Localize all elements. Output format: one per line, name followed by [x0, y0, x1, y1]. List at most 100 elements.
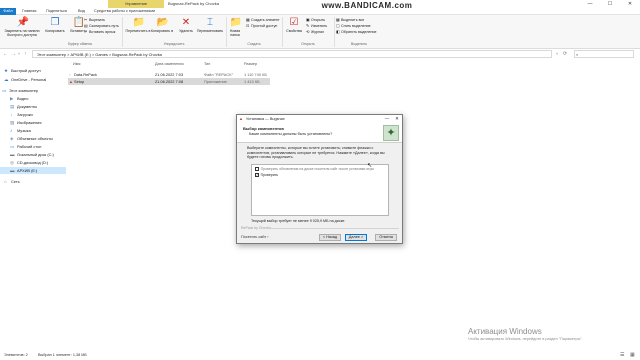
copy-label: Копировать [45, 29, 65, 33]
dialog-description: Выберите компоненты, которые вы хотите у… [247, 146, 385, 160]
component-option[interactable]: Проверить обновления на диске носителя с… [255, 167, 374, 172]
file-type: Приложение [204, 79, 227, 84]
tab-home[interactable]: Главная [22, 8, 36, 15]
paste-shortcut-button[interactable]: ↗ Вставить ярлык [84, 29, 115, 34]
nav-item[interactable]: ◎ CD-дисковод (D:) [0, 159, 66, 166]
dialog-close-button[interactable]: ✕ [393, 115, 401, 123]
desktop-icon: ▭ [10, 143, 15, 149]
address-dropdown-icon[interactable]: ˅ [556, 50, 558, 58]
dialog-minimize-button[interactable]: — [383, 115, 391, 123]
chevron-right-icon: › [267, 235, 269, 239]
easy-access-button[interactable]: ⊡ Простой доступ [246, 23, 277, 28]
nav-item[interactable]: ▶ Видео [0, 95, 66, 102]
visit-site-link[interactable]: Посетить сайт › [241, 235, 269, 239]
recent-chevron-icon[interactable]: ˅ [18, 50, 20, 58]
file-row[interactable]: ▫ Data.RePack 21.06.2022 7:03 Файл "REPACK"… [68, 71, 270, 78]
manage-tab[interactable]: Управление [108, 0, 164, 8]
nav-item[interactable]: ▭ Рабочий стол [0, 143, 66, 150]
refresh-icon[interactable]: ⟳ [563, 50, 567, 58]
3d-objects-icon: ◈ [10, 135, 14, 141]
new-folder-button[interactable]: 📁 Новая папка [226, 17, 244, 41]
back-button[interactable]: < Назад [319, 234, 341, 241]
select-all-button[interactable]: ▦Выделить все [336, 17, 364, 22]
history-button[interactable]: ⟲ Журнал [306, 29, 324, 34]
selection-info: Выбран 1 элемент: 1,38 МБ [38, 353, 87, 357]
file-date: 21.06.2022 7:08 [155, 79, 184, 84]
checkbox-icon[interactable] [255, 167, 259, 171]
properties-button[interactable]: ☑ Свойства [283, 17, 305, 41]
cd-drive-icon: ◎ [10, 159, 14, 165]
nav-item[interactable]: ☁ OneDrive - Personal [0, 76, 66, 83]
file-row[interactable]: ▲ Setup 21.06.2022 7:08 Приложение 1 410 КБ [68, 78, 270, 85]
open-button[interactable]: ▣Открыть [306, 17, 325, 22]
nav-item[interactable]: ▨ Изображения [0, 119, 66, 126]
tab-view[interactable]: Вид [78, 8, 85, 15]
column-type[interactable]: Тип [204, 61, 210, 67]
copy-folder-icon: 📂 [156, 17, 169, 28]
tab-file[interactable]: Файл [0, 8, 16, 15]
column-name[interactable]: Имя [73, 61, 80, 67]
tab-share[interactable]: Поделиться [46, 8, 67, 15]
group-new-label: Создать [247, 42, 261, 46]
downloads-icon: ↓ [10, 111, 13, 117]
column-date[interactable]: Дата изменения [155, 61, 184, 67]
copy-icon: ❐ [50, 17, 60, 28]
pictures-icon: ▨ [10, 119, 15, 125]
setup-app-icon: ▲ [239, 116, 243, 121]
clipboard-icon: 📋 [72, 17, 85, 28]
components-list[interactable]: Проверить обновления на диске носителя с… [251, 164, 389, 216]
address-path[interactable]: Этот компьютер > АРХИВ (E:) > Games > Bu… [32, 50, 552, 58]
nav-item[interactable]: ◈ Объемные объекты [0, 135, 66, 142]
large-icons-view-icon[interactable]: ▦ [630, 351, 635, 360]
file-name: Setup [74, 79, 85, 84]
star-icon: ★ [4, 67, 9, 73]
cancel-button[interactable]: Отмена [375, 234, 397, 241]
new-folder-icon: 📁 [229, 17, 242, 28]
next-button[interactable]: Далее > [345, 234, 367, 241]
dialog-header-subtitle: Какие компоненты должны быть установлены… [249, 132, 333, 136]
checkbox-icon[interactable]: ✓ [255, 173, 259, 177]
divider [269, 228, 399, 229]
group-organize-label: Упорядочить [163, 42, 185, 46]
search-input[interactable]: ⌕ [574, 50, 634, 58]
select-none-button[interactable]: ▢Снять выделение [336, 23, 371, 28]
copy-path-button[interactable]: ▤Скопировать путь [84, 23, 119, 28]
nav-item-label: АРХИВ (E:) [17, 168, 38, 173]
delete-icon: ✕ [181, 17, 191, 28]
nav-item[interactable]: ⌂ Сеть [0, 178, 66, 185]
close-window-button[interactable]: ✕ [620, 0, 640, 8]
nav-item[interactable]: ▤ Документы [0, 103, 66, 110]
column-size[interactable]: Размер [244, 61, 257, 67]
invert-selection-button[interactable]: ◧Обратить выделение [336, 29, 377, 34]
rename-button[interactable]: ⌶ Переименовать [194, 17, 226, 41]
nav-item[interactable]: ▬ Локальный диск (C:) [0, 151, 66, 158]
tab-app-tools[interactable]: Средства работы с приложениями [94, 8, 155, 15]
nav-item[interactable]: ▬ АРХИВ (E:) [0, 167, 66, 174]
details-view-icon[interactable]: ☰ [620, 351, 624, 360]
activation-title: Активация Windows [468, 327, 542, 336]
up-arrow-icon[interactable]: ↑ [24, 50, 27, 58]
setup-app-icon: ▲ [69, 79, 73, 84]
rename-icon: ⌶ [207, 17, 213, 28]
nav-item[interactable]: ↓ Загрузки [0, 111, 66, 118]
edit-button[interactable]: ✎ Изменить [306, 23, 327, 28]
forward-arrow-icon[interactable]: → [11, 50, 16, 58]
back-arrow-icon[interactable]: ← [3, 50, 8, 58]
nav-item-label: OneDrive - Personal [11, 77, 47, 82]
nav-item-label: Изображения [17, 120, 42, 125]
new-item-button[interactable]: ▦Создать элемент [246, 17, 280, 22]
nav-item-label: Этот компьютер [9, 88, 39, 93]
nav-item-label: Загрузки [17, 112, 33, 117]
pin-quick-access-button[interactable]: 📌 Закрепить на панели быстрого доступа [2, 17, 42, 41]
maximize-button[interactable]: ☐ [600, 0, 620, 8]
nav-item-label: Документы [17, 104, 38, 109]
installer-logo-icon: ✦ [383, 125, 399, 141]
nav-item[interactable]: ▭ Этот компьютер [0, 87, 66, 94]
component-option[interactable]: ✓ Проверить [255, 173, 278, 178]
file-type: Файл "REPACK" [204, 72, 234, 77]
nav-item[interactable]: ★ Быстрый доступ [0, 67, 66, 74]
minimize-button[interactable]: — [580, 0, 600, 8]
cut-button[interactable]: ✂ Вырезать [84, 17, 105, 22]
nav-item[interactable]: ♪ Музыка [0, 127, 66, 134]
computer-icon: ▭ [2, 87, 7, 93]
